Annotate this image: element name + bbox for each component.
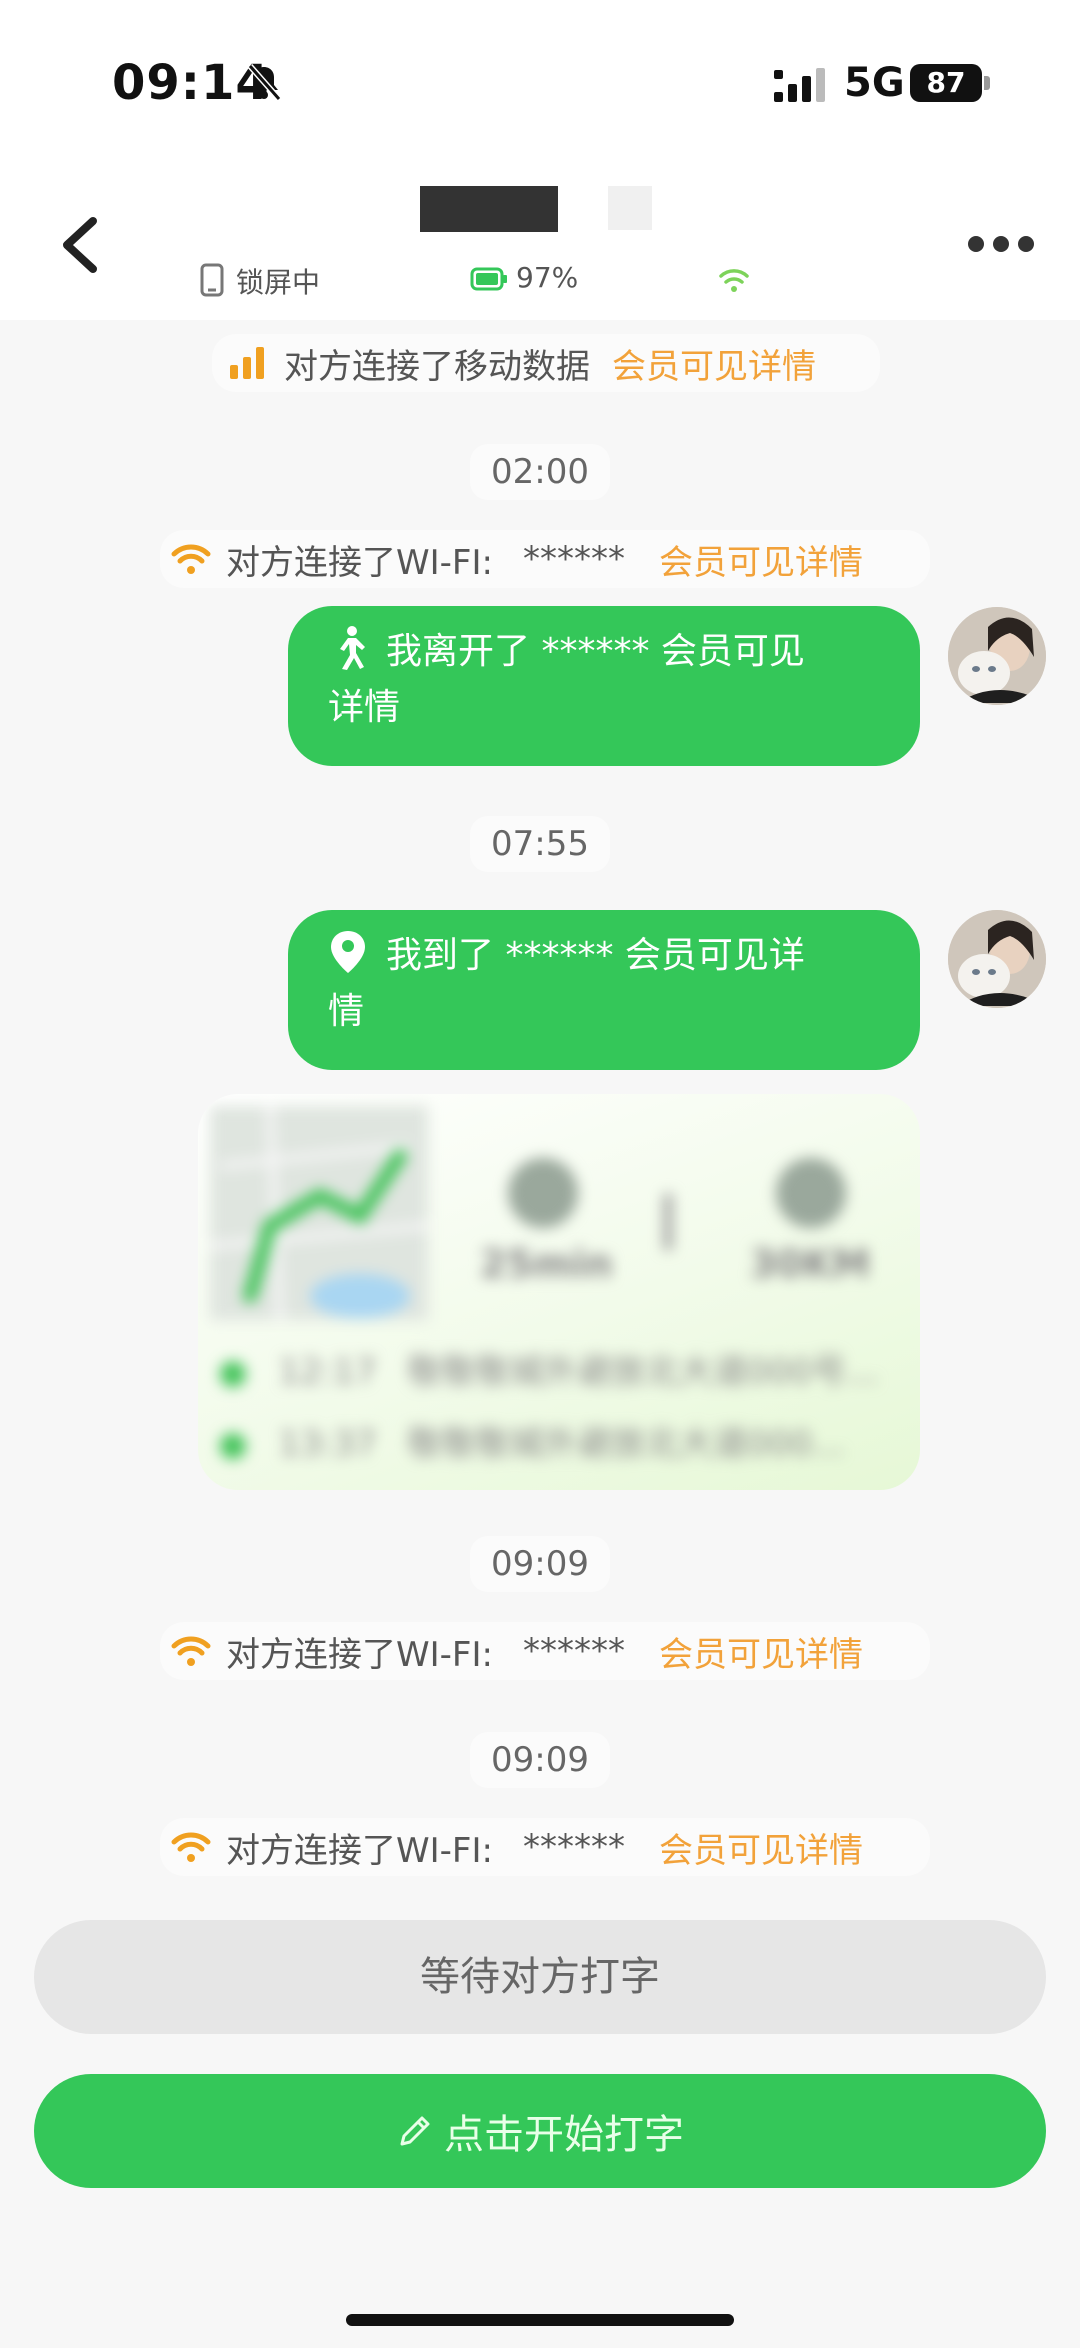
stop-time: 12:17 [278, 1352, 377, 1392]
timestamp: 07:55 [470, 816, 610, 872]
avatar-image [948, 607, 1046, 705]
timestamp: 02:00 [470, 444, 610, 500]
masked-wifi-name: ****** [522, 1631, 625, 1671]
network-type: 5G [844, 60, 905, 106]
masked-wifi-name: ****** [522, 539, 625, 579]
distance-icon [776, 1158, 846, 1228]
avatar[interactable] [948, 607, 1046, 705]
wifi-icon [719, 269, 749, 292]
notice-text: 对方连接了WI-FI: [226, 542, 493, 583]
wifi-notice: 对方连接了WI-FI: ****** 会员可见详情 [160, 530, 930, 588]
phone-icon [200, 263, 224, 297]
battery-tip [984, 76, 990, 90]
wifi-icon [171, 1636, 211, 1666]
member-details-link[interactable]: 会员可见详情 [612, 339, 816, 388]
start-typing-label: 点击开始打字 [444, 2112, 684, 2158]
contact-name-redacted [420, 186, 558, 232]
message-line-1: 我离开了 ****** 会员可见 [386, 631, 805, 672]
timestamp: 09:09 [470, 1732, 610, 1788]
location-pin-icon [331, 931, 365, 973]
trip-stop-1: ● 12:17 敬敬敬城外避放北大道000号... [218, 1344, 908, 1393]
start-typing-button[interactable]: 点击开始打字 [34, 2074, 1046, 2188]
stop-dot: ● [218, 1424, 248, 1464]
route-map [209, 1105, 429, 1321]
trip-duration: 25min [480, 1242, 613, 1286]
trip-summary-card[interactable]: 25min 30KM ● 12:17 敬敬敬城外避放北大道000号... ● 1… [198, 1094, 920, 1490]
battery-icon [470, 267, 507, 291]
message-line-1: 我到了 ****** 会员可见详 [386, 935, 805, 976]
left-location-message[interactable]: 我离开了 ****** 会员可见 详情 [288, 606, 920, 766]
home-indicator[interactable] [346, 2314, 734, 2326]
avatar-image [948, 910, 1046, 1008]
signal-bars-icon [230, 347, 264, 379]
back-arrow-icon[interactable] [55, 215, 105, 275]
wifi-notice: 对方连接了WI-FI: ****** 会员可见详情 [160, 1818, 930, 1876]
mobile-data-notice: 对方连接了移动数据 会员可见详情 [212, 334, 880, 392]
masked-wifi-name: ****** [522, 1827, 625, 1867]
notice-text: 对方连接了WI-FI: [226, 1830, 493, 1871]
notice-text: 对方连接了移动数据 [284, 346, 590, 387]
stop-address: 敬敬敬城外避放北大道000... [407, 1424, 845, 1464]
cellular-signal-icon [774, 68, 825, 102]
wifi-icon [171, 544, 211, 574]
trip-distance: 30KM [750, 1242, 871, 1286]
stop-address: 敬敬敬城外避放北大道000号... [407, 1352, 879, 1392]
arrived-location-message[interactable]: 我到了 ****** 会员可见详 情 [288, 910, 920, 1070]
trip-stop-2: ● 13:37 敬敬敬城外避放北大道000... [218, 1416, 908, 1465]
avatar[interactable] [948, 910, 1046, 1008]
more-icon[interactable] [966, 232, 1036, 256]
member-details-link[interactable]: 会员可见详情 [659, 1627, 863, 1676]
device-battery: 97% [516, 261, 579, 294]
pencil-icon [400, 2116, 430, 2146]
lock-status: 锁屏中 [236, 266, 321, 299]
member-details-link[interactable]: 会员可见详情 [659, 1823, 863, 1872]
battery-level: 87 [910, 64, 982, 102]
clock-icon [508, 1158, 578, 1228]
contact-name-redacted-2 [608, 186, 652, 230]
member-details-link[interactable]: 会员可见详情 [659, 535, 863, 584]
message-line-2: 情 [328, 991, 365, 1032]
stop-dot: ● [218, 1352, 248, 1392]
walking-icon [340, 626, 365, 670]
stop-time: 13:37 [278, 1424, 377, 1464]
timestamp: 09:09 [470, 1536, 610, 1592]
wifi-notice: 对方连接了WI-FI: ****** 会员可见详情 [160, 1622, 930, 1680]
bell-muted-icon [247, 64, 282, 101]
notice-text: 对方连接了WI-FI: [226, 1634, 493, 1675]
message-line-2: 详情 [328, 687, 401, 728]
wifi-icon [171, 1832, 211, 1862]
waiting-typing-button[interactable]: 等待对方打字 [34, 1920, 1046, 2034]
route-map-thumbnail [209, 1105, 429, 1321]
divider [664, 1194, 672, 1250]
